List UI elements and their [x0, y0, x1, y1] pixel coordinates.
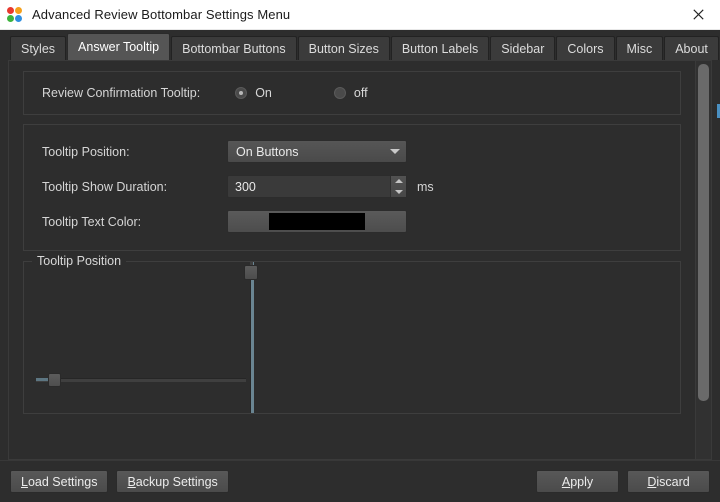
window-title: Advanced Review Bottombar Settings Menu [32, 7, 291, 22]
page-scrollbar-thumb[interactable] [698, 64, 709, 401]
four-color-dots-icon [7, 6, 23, 23]
tab-button-sizes[interactable]: Button Sizes [297, 36, 390, 60]
stepper-arrows [390, 176, 406, 197]
horizontal-position-slider[interactable] [36, 371, 246, 387]
tooltip-text-color-row: Tooltip Text Color: [42, 207, 662, 236]
tooltip-text-color-label: Tooltip Text Color: [42, 214, 142, 229]
footer-bar: Load Settings Backup Settings Apply Disc… [0, 460, 720, 502]
discard-button[interactable]: Discard [627, 470, 710, 493]
tooltip-show-duration-unit: ms [417, 179, 434, 194]
titlebar: Advanced Review Bottombar Settings Menu [0, 0, 720, 30]
discard-label: Discard [647, 474, 690, 489]
radio-off-indicator [333, 87, 346, 99]
settings-page: Review Confirmation Tooltip: On off Tool… [8, 60, 712, 460]
backup-settings-label: Backup Settings [127, 474, 218, 489]
load-settings-label: Load Settings [21, 474, 98, 489]
apply-label: Apply [561, 474, 594, 489]
tab-styles[interactable]: Styles [10, 36, 67, 60]
tab-colors[interactable]: Colors [556, 36, 615, 60]
tooltip-position-select[interactable]: On Buttons [227, 140, 407, 163]
horizontal-slider-handle[interactable] [48, 373, 61, 387]
horizontal-slider-groove-filled [36, 378, 48, 381]
tooltip-position-row: Tooltip Position: On Buttons [42, 137, 662, 166]
review-confirmation-row: Review Confirmation Tooltip: On off [42, 86, 662, 100]
load-settings-button[interactable]: Load Settings [10, 470, 109, 493]
tooltip-show-duration-label: Tooltip Show Duration: [42, 179, 168, 194]
chevron-down-icon [390, 149, 400, 154]
tab-misc[interactable]: Misc [615, 36, 664, 60]
tab-button-labels[interactable]: Button Labels [390, 36, 490, 60]
window-body: Styles Answer Tooltip Bottombar Buttons … [0, 30, 720, 502]
tab-about[interactable]: About [664, 36, 719, 60]
tab-sidebar[interactable]: Sidebar [490, 36, 556, 60]
radio-off-label: off [353, 86, 368, 100]
page-scrollbar[interactable] [695, 61, 711, 459]
tooltip-position-canvas [24, 262, 680, 413]
backup-settings-button[interactable]: Backup Settings [116, 470, 229, 493]
spin-down-icon[interactable] [391, 187, 406, 198]
tooltip-position-groupbox: Tooltip Position [23, 254, 681, 414]
tab-answer-tooltip[interactable]: Answer Tooltip [67, 33, 171, 60]
vertical-slider-handle[interactable] [244, 265, 258, 280]
tooltip-position-value: On Buttons [236, 144, 299, 159]
tooltip-show-duration-stepper[interactable]: 300 [227, 175, 407, 198]
spin-up-icon[interactable] [391, 176, 406, 187]
tab-bar: Styles Answer Tooltip Bottombar Buttons … [0, 30, 720, 60]
settings-content: Review Confirmation Tooltip: On off Tool… [9, 61, 695, 459]
close-icon[interactable] [676, 0, 720, 29]
vertical-position-slider[interactable] [243, 262, 259, 413]
radio-option-on[interactable]: On [235, 86, 272, 100]
tooltip-show-duration-row: Tooltip Show Duration: 300 ms [42, 172, 662, 201]
apply-button[interactable]: Apply [536, 470, 619, 493]
radio-on-label: On [255, 86, 272, 100]
horizontal-slider-groove [36, 378, 246, 382]
review-confirmation-panel: Review Confirmation Tooltip: On off [23, 71, 681, 115]
review-confirmation-radio-group: On off [235, 86, 368, 100]
review-confirmation-label: Review Confirmation Tooltip: [42, 86, 201, 100]
tab-bottombar-buttons[interactable]: Bottombar Buttons [171, 36, 297, 60]
tooltip-text-color-button[interactable] [227, 210, 407, 233]
radio-option-off[interactable]: off [333, 86, 368, 100]
vertical-slider-groove [250, 262, 254, 413]
tooltip-show-duration-value[interactable]: 300 [228, 176, 390, 197]
radio-on-indicator [235, 87, 248, 99]
tooltip-position-label: Tooltip Position: [42, 144, 130, 159]
tooltip-fields-panel: Tooltip Position: On Buttons Tooltip Sho… [23, 124, 681, 251]
color-swatch [269, 213, 365, 230]
